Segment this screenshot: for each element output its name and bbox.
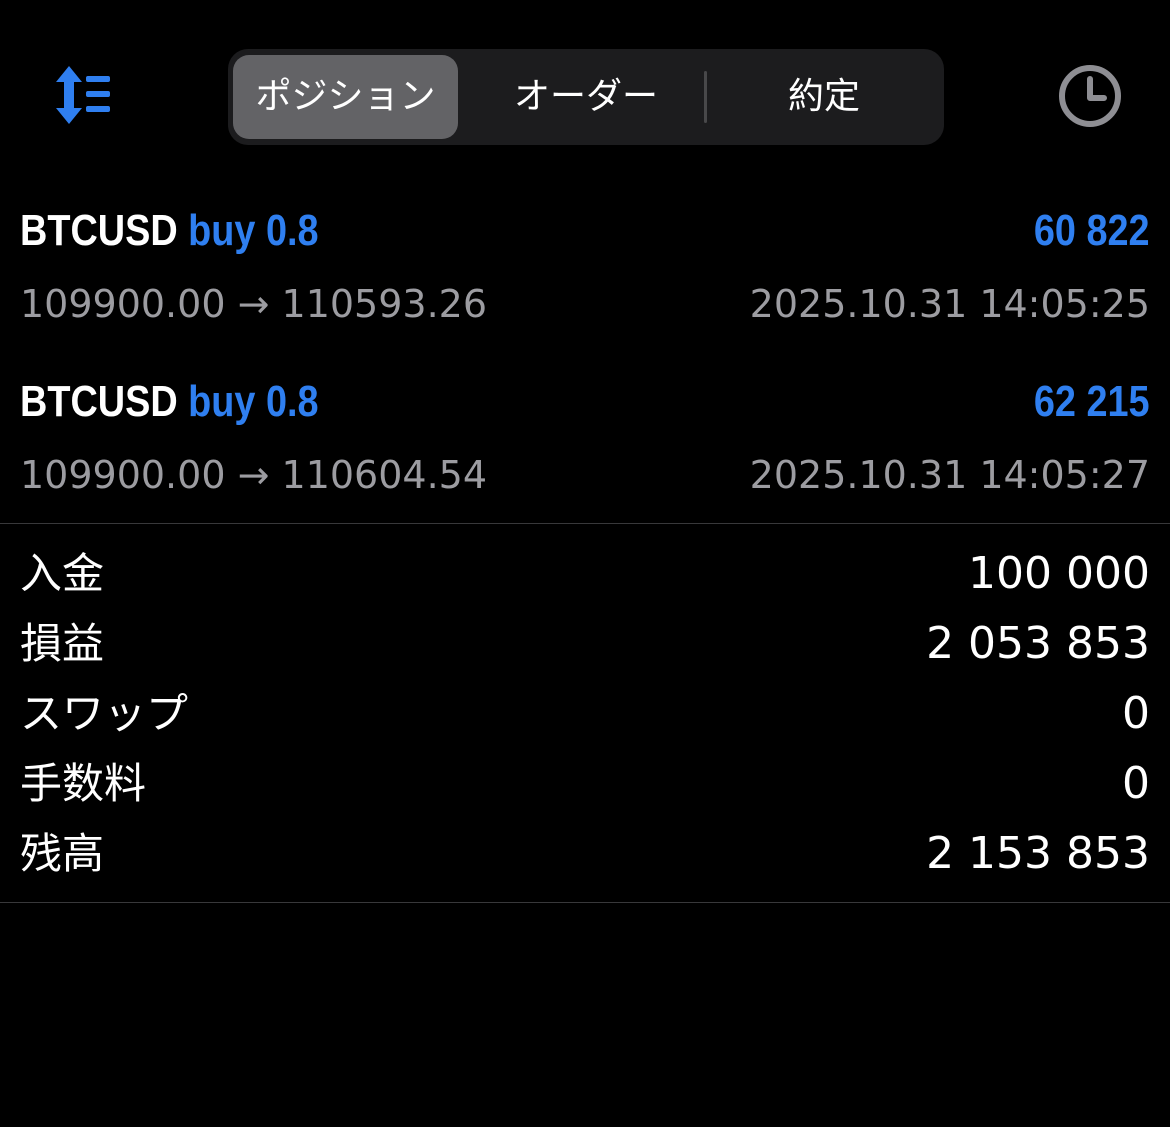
summary-balance: 残高 2 153 853 [0, 819, 1170, 889]
summary-label: 手数料 [20, 759, 147, 808]
summary-label: 残高 [20, 829, 105, 878]
summary-value: 0 [1122, 688, 1150, 739]
clock-icon[interactable] [1054, 60, 1126, 132]
divider [0, 523, 1170, 524]
summary-label: スワップ [20, 689, 189, 738]
current-price: 110604.54 [281, 453, 488, 497]
position-profit: 62 215 [1034, 377, 1150, 426]
position-title: BTCUSD buy 0.8 [20, 377, 319, 427]
tab-deals[interactable]: 約定 [708, 55, 940, 139]
open-price: 109900.00 [20, 282, 226, 326]
view-segmented-control: ポジション オーダー 約定 [228, 49, 944, 145]
position-time: 2025.10.31 14:05:25 [749, 282, 1150, 326]
position-time: 2025.10.31 14:05:27 [749, 453, 1150, 497]
summary-commission: 手数料 0 [0, 749, 1170, 819]
summary-value: 2 153 853 [926, 828, 1150, 879]
summary-swap: スワップ 0 [0, 679, 1170, 749]
position-symbol: BTCUSD [20, 206, 178, 255]
summary-profit: 損益 2 053 853 [0, 609, 1170, 679]
tab-positions[interactable]: ポジション [233, 55, 458, 139]
sort-icon[interactable] [48, 64, 118, 126]
position-row[interactable]: BTCUSD buy 0.8 60 822 109900.00 → 110593… [0, 190, 1170, 360]
summary-value: 0 [1122, 758, 1150, 809]
divider [0, 902, 1170, 903]
summary-label: 損益 [20, 619, 105, 668]
position-symbol: BTCUSD [20, 377, 178, 426]
open-price: 109900.00 [20, 453, 226, 497]
summary-deposit: 入金 100 000 [0, 539, 1170, 609]
arrow-icon: → [237, 453, 270, 497]
current-price: 110593.26 [281, 282, 488, 326]
segment-divider [704, 71, 707, 123]
tab-orders[interactable]: オーダー [468, 55, 704, 139]
position-side-volume: buy 0.8 [188, 377, 319, 426]
position-prices: 109900.00 → 110604.54 [20, 453, 487, 497]
top-bar: ポジション オーダー 約定 [0, 0, 1170, 190]
summary-label: 入金 [20, 549, 105, 598]
summary-value: 100 000 [968, 548, 1150, 599]
position-row[interactable]: BTCUSD buy 0.8 62 215 109900.00 → 110604… [0, 361, 1170, 531]
position-profit: 60 822 [1034, 206, 1150, 255]
arrow-icon: → [237, 282, 270, 326]
position-prices: 109900.00 → 110593.26 [20, 282, 487, 326]
position-title: BTCUSD buy 0.8 [20, 206, 319, 256]
summary-value: 2 053 853 [926, 618, 1150, 669]
position-side-volume: buy 0.8 [188, 206, 319, 255]
